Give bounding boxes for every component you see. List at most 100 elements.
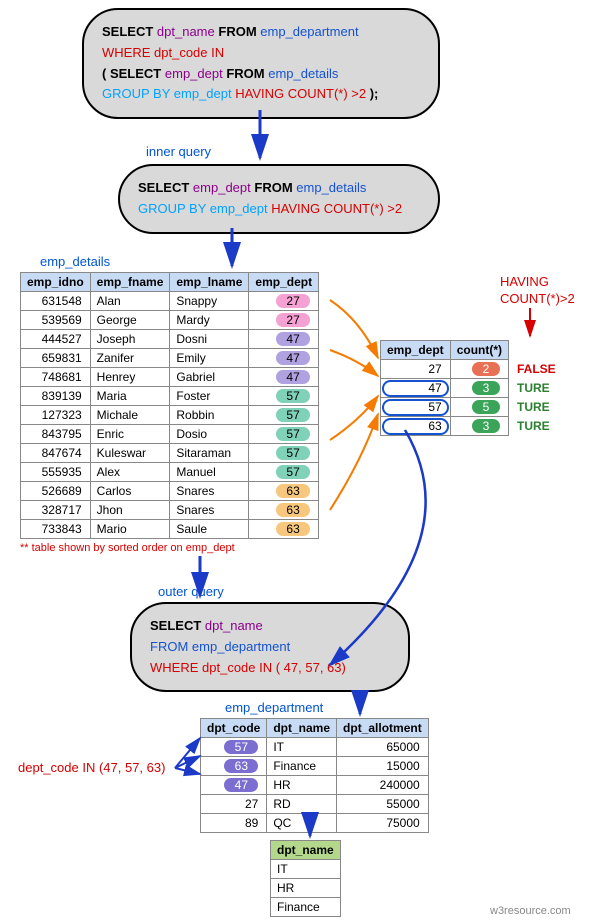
cell-truth: TURE	[509, 398, 563, 417]
cell-lname: Snares	[170, 482, 249, 501]
dept-pill: 47	[276, 370, 310, 384]
dept-pill: 63	[276, 484, 310, 498]
cell-dept: 63	[381, 417, 451, 436]
table-row: 839139MariaFoster57	[21, 387, 319, 406]
tbl-emp-details: emp_details	[296, 180, 366, 195]
cell-id: 733843	[21, 520, 91, 539]
cell-id: 631548	[21, 292, 91, 311]
cell-dept: 27	[381, 360, 451, 379]
kw-where: WHERE	[102, 45, 150, 60]
table-row: 733843MarioSaule63	[21, 520, 319, 539]
having-line2: COUNT(*)>2	[500, 291, 575, 306]
cell-code: 27	[201, 795, 267, 814]
kw-from: FROM	[150, 639, 188, 654]
table-row: 748681HenreyGabriel47	[21, 368, 319, 387]
cell-id: 444527	[21, 330, 91, 349]
cell-dept: 47	[381, 379, 451, 398]
col-emp-dept: emp_dept	[193, 180, 251, 195]
table-row: 127323MichaleRobbin57	[21, 406, 319, 425]
table-row: 89QC75000	[201, 814, 429, 833]
code-pill: 47	[224, 778, 258, 792]
cell-lname: Snappy	[170, 292, 249, 311]
label-emp-details: emp_details	[40, 254, 110, 269]
label-emp-department: emp_department	[225, 700, 323, 715]
cell-lname: Sitaraman	[170, 444, 249, 463]
cell-fname: Maria	[90, 387, 170, 406]
cell-fname: Joseph	[90, 330, 170, 349]
table-row: 659831ZaniferEmily47	[21, 349, 319, 368]
cell-name: Finance	[267, 757, 337, 776]
dept-pill: 47	[276, 351, 310, 365]
sql-line: GROUP BY emp_dept HAVING COUNT(*) >2	[138, 199, 420, 220]
inner-sql-box: SELECT emp_dept FROM emp_details GROUP B…	[118, 164, 440, 234]
cell-fname: Zanifer	[90, 349, 170, 368]
cell-count: 3	[450, 379, 508, 398]
cell-dept: 63	[249, 501, 319, 520]
cell-code: 89	[201, 814, 267, 833]
th-dpt_code: dpt_code	[201, 719, 267, 738]
table-row: Finance	[271, 898, 341, 917]
table-row: 63 3 TURE	[381, 417, 563, 436]
th-dpt_allotment: dpt_allotment	[337, 719, 429, 738]
sql-line: SELECT emp_dept FROM emp_details	[138, 178, 420, 199]
cell-result: Finance	[271, 898, 341, 917]
cell-dept: 57	[249, 387, 319, 406]
cell-count: 5	[450, 398, 508, 417]
table-row: 843795EnricDosio57	[21, 425, 319, 444]
footer-credit: w3resource.com	[490, 905, 571, 917]
cell-fname: Jhon	[90, 501, 170, 520]
cell-allot: 55000	[337, 795, 429, 814]
cell-lname: Gabriel	[170, 368, 249, 387]
th-count: count(*)	[450, 341, 508, 360]
cell-lname: Snares	[170, 501, 249, 520]
dept-pill: 57	[276, 427, 310, 441]
cell-dept: 47	[249, 349, 319, 368]
cell-dept: 57	[249, 444, 319, 463]
cell-id: 748681	[21, 368, 91, 387]
cell-allot: 240000	[337, 776, 429, 795]
cell-result: HR	[271, 879, 341, 898]
label-having-note: HAVING COUNT(*)>2	[500, 274, 575, 308]
dept-pill: 57	[276, 389, 310, 403]
sql-line: ( SELECT emp_dept FROM emp_details	[102, 64, 420, 85]
code-pill: 57	[224, 740, 258, 754]
sql-line: SELECT dpt_name	[150, 616, 390, 637]
kw-select: SELECT	[102, 24, 153, 39]
th-emp_dept: emp_dept	[249, 273, 319, 292]
th-emp_fname: emp_fname	[90, 273, 170, 292]
th-dpt_name: dpt_name	[267, 719, 337, 738]
cell-result: IT	[271, 860, 341, 879]
cell-id: 839139	[21, 387, 91, 406]
col-dpt-name: dpt_name	[205, 618, 263, 633]
cell-code: 63	[201, 757, 267, 776]
having-line1: HAVING	[500, 274, 549, 289]
kw-where: WHERE	[150, 660, 198, 675]
dept-pill: 63	[276, 503, 310, 517]
dept-pill: 57	[276, 465, 310, 479]
cell-count: 3	[450, 417, 508, 436]
cell-id: 539569	[21, 311, 91, 330]
cell-allot: 15000	[337, 757, 429, 776]
cell-truth: TURE	[509, 417, 563, 436]
cell-lname: Dosio	[170, 425, 249, 444]
cell-fname: Mario	[90, 520, 170, 539]
dept-pill: 63	[276, 522, 310, 536]
cell-fname: Alan	[90, 292, 170, 311]
count-pill: 5	[472, 400, 500, 414]
table-row: 631548AlanSnappy27	[21, 292, 319, 311]
th-emp-dept: emp_dept	[381, 341, 451, 360]
cell-name: HR	[267, 776, 337, 795]
col-emp-dept: emp_dept	[210, 201, 268, 216]
table-row: 526689CarlosSnares63	[21, 482, 319, 501]
cell-fname: George	[90, 311, 170, 330]
label-inner-query: inner query	[146, 144, 211, 159]
cell-allot: 65000	[337, 738, 429, 757]
count-pill: 2	[472, 362, 500, 376]
table-row: 847674KuleswarSitaraman57	[21, 444, 319, 463]
tbl-emp-details: emp_details	[268, 66, 338, 81]
kw-from: FROM	[218, 24, 256, 39]
sql-line: WHERE dpt_code IN ( 47, 57, 63)	[150, 658, 390, 679]
count-pill: 3	[472, 419, 500, 433]
th-emp_idno: emp_idno	[21, 273, 91, 292]
kw-from: FROM	[254, 180, 292, 195]
